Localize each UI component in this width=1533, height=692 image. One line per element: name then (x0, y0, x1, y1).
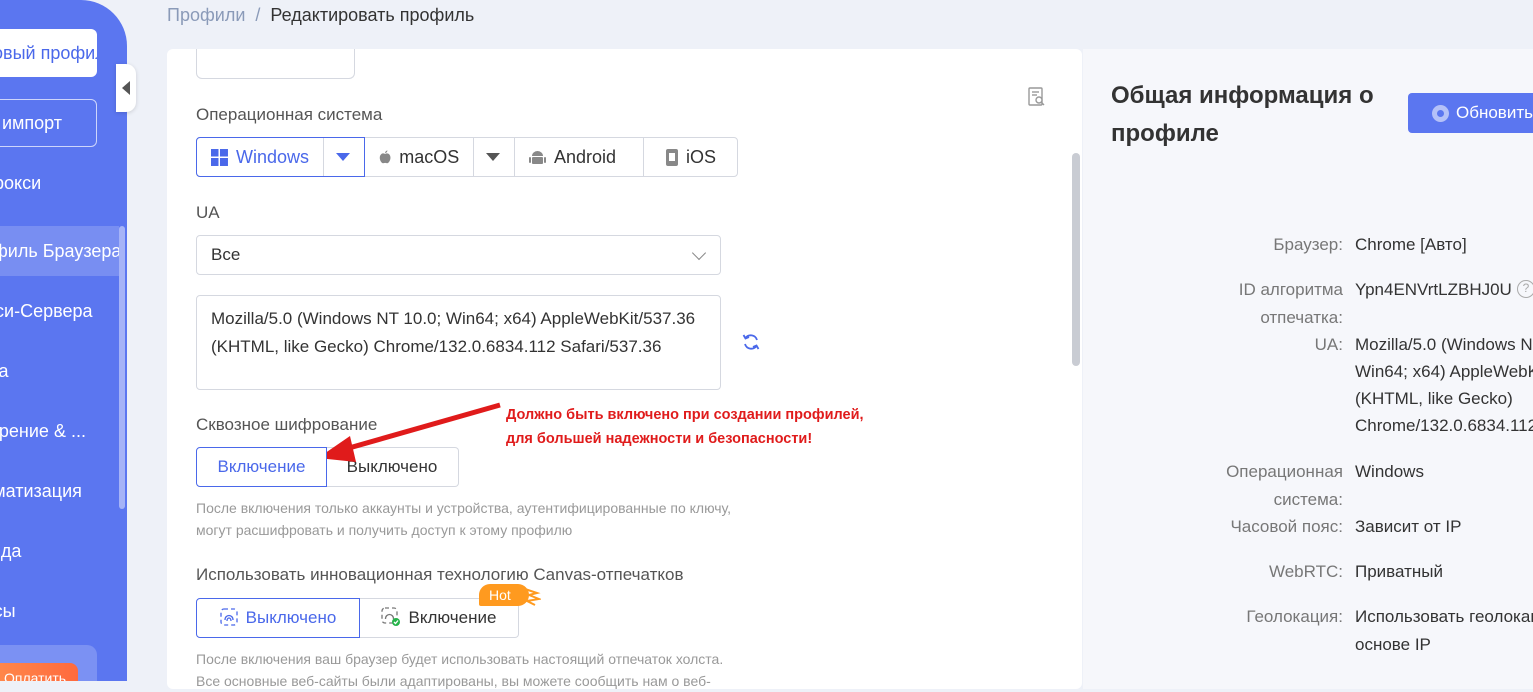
search-document-icon[interactable] (1028, 87, 1046, 107)
webrtc-value: Приватный (1355, 562, 1443, 581)
help-icon[interactable]: ? (1517, 280, 1533, 298)
sidebar-item-finance[interactable]: Финансы (0, 586, 119, 636)
chevron-down-icon[interactable] (486, 153, 500, 161)
algo-id-label: ID алгоритма отпечатка: (1238, 280, 1343, 327)
sidebar-scrollbar[interactable] (119, 226, 125, 509)
form-scrollbar[interactable] (1072, 153, 1080, 366)
canvas-help-text-1: После включения ваш браузер будет исполь… (196, 651, 724, 667)
cut-off-field[interactable] (196, 49, 355, 79)
canvas-disable-button[interactable]: Выключено (196, 598, 360, 638)
geolocation-value-1: Использовать геолокацию на (1355, 607, 1533, 626)
timezone-value: Зависит от IP (1355, 517, 1462, 536)
breadcrumb: Профили / Редактировать профиль (167, 5, 474, 26)
os-option-label: macOS (399, 146, 460, 167)
geolocation-label: Геолокация: (1246, 607, 1343, 626)
annotation-arrow (318, 402, 501, 462)
windows-icon (211, 148, 228, 166)
os-option-macos[interactable]: macOS (365, 138, 515, 176)
os-info-value: Windows (1355, 462, 1424, 481)
refresh-fingerprint-button[interactable]: Обновить (1408, 93, 1533, 133)
apple-icon (379, 150, 391, 164)
fingerprint-check-icon (380, 607, 400, 626)
profile-info-title: Общая информация о профиле (1111, 82, 1374, 147)
divider (473, 138, 474, 176)
e2e-help-text-1: После включения только аккаунты и устрой… (196, 500, 732, 516)
annotation-line-2: для большей надежности и безопасности! (506, 431, 813, 447)
chevron-down-icon[interactable] (336, 153, 350, 161)
collapse-sidebar-button[interactable] (116, 64, 136, 112)
sidebar-item-automation[interactable]: Автоматизация (0, 466, 119, 516)
canvas-help-text-2: Все основные веб-сайты были адаптированы… (196, 673, 711, 689)
sidebar-item-team[interactable]: Команда (0, 526, 119, 576)
breadcrumb-separator: / (255, 5, 261, 25)
annotation-text: Должно быть включено при создании профил… (506, 403, 864, 451)
os-info-label: Операционная система: (1226, 462, 1343, 509)
sidebar-item-browser-profile[interactable]: Профиль Браузера (0, 226, 119, 276)
os-segmented-control: Windows macOS Android iOS (196, 137, 738, 177)
sidebar-item-proxies[interactable]: Мои прокси (0, 158, 119, 208)
sidebar-item-extensions[interactable]: Расширение & ... (0, 406, 119, 456)
os-option-ios[interactable]: iOS (644, 138, 737, 176)
ua-info-label: UA: (1314, 335, 1343, 354)
hot-badge: Hot (479, 584, 529, 606)
new-profile-button[interactable]: Новый профиль (0, 29, 97, 77)
ua-label: UA (196, 203, 220, 222)
breadcrumb-profiles-link[interactable]: Профили (167, 5, 245, 25)
webrtc-label: WebRTC: (1268, 562, 1343, 581)
os-option-android[interactable]: Android (515, 138, 644, 176)
canvas-enable-label: Включение (408, 608, 497, 627)
sidebar: Новый профиль Массовый импорт Мои прокси… (0, 0, 127, 681)
ios-icon (666, 148, 678, 166)
divider (323, 138, 324, 176)
refresh-icon[interactable] (741, 332, 761, 352)
os-option-label: Android (554, 146, 617, 167)
sidebar-item-trash[interactable]: Корзина (0, 346, 119, 396)
bulk-import-button[interactable]: Массовый импорт (0, 99, 97, 147)
flame-icon (523, 588, 541, 606)
ua-info-value-2: Win64; x64) AppleWebKit (1355, 362, 1533, 381)
e2e-help-text-2: могут расшифровать и получить доступ к э… (196, 522, 573, 538)
chevron-down-icon (691, 245, 707, 261)
ua-info-value-3: (KHTML, like Gecko) (1355, 389, 1513, 408)
canvas-label: Использовать инновационная технологию Ca… (196, 565, 684, 584)
ua-info-value-1: Mozilla/5.0 (Windows NT 10.0; (1355, 335, 1533, 354)
os-label: Операционная система (196, 105, 383, 124)
annotation-line-1: Должно быть включено при создании профил… (506, 407, 864, 423)
ua-textarea[interactable]: Mozilla/5.0 (Windows NT 10.0; Win64; x64… (196, 295, 721, 390)
breadcrumb-current: Редактировать профиль (270, 5, 475, 25)
e2e-enable-button[interactable]: Включение (196, 447, 327, 487)
canvas-disable-label: Выключено (245, 608, 337, 627)
timezone-label: Часовой пояс: (1230, 517, 1343, 536)
browser-label: Браузер: (1273, 235, 1343, 254)
ua-select[interactable]: Все (196, 235, 721, 275)
refresh-circle-icon (1432, 105, 1449, 122)
ua-info-value-4: Chrome/132.0.6834.112 (1355, 416, 1533, 435)
os-option-windows[interactable]: Windows (196, 137, 365, 177)
ua-select-value: Все (211, 245, 241, 264)
pay-button[interactable]: Оплатить (0, 663, 78, 681)
algo-id-value: Ypn4ENVrtLZBHJ0U (1355, 280, 1512, 299)
browser-value: Chrome [Авто] (1355, 235, 1467, 254)
sidebar-item-proxy-servers[interactable]: Прокси-Сервера (0, 286, 119, 336)
os-option-label: iOS (686, 146, 717, 167)
android-icon (529, 150, 546, 164)
os-option-label: Windows (235, 146, 309, 167)
geolocation-value-2: основе IP (1355, 635, 1431, 654)
fingerprint-icon (220, 608, 238, 626)
